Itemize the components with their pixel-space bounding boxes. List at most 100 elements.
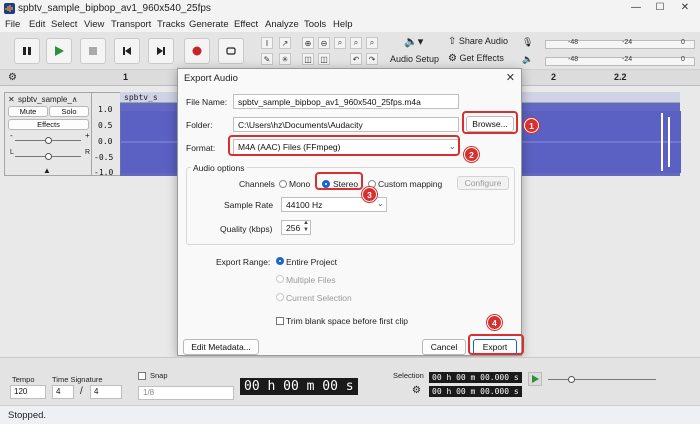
- track-vertical-scale: 1.0 0.5 0.0 -0.5 -1.0: [92, 92, 120, 177]
- tempo-stepper[interactable]: 120: [10, 385, 46, 399]
- redo-icon[interactable]: ↷: [366, 53, 378, 65]
- undo-icon[interactable]: ↶: [350, 53, 362, 65]
- minimize-icon[interactable]: —: [626, 2, 646, 13]
- ruler-mark-2: 2: [551, 72, 557, 82]
- effects-button[interactable]: Effects: [8, 119, 89, 130]
- record-button[interactable]: [184, 38, 210, 64]
- ruler-mark-2-2: 2.2: [614, 72, 627, 82]
- silence-audio-icon[interactable]: ◫: [318, 53, 330, 65]
- selection-start-time[interactable]: 00 h 00 m 00.000 s: [429, 372, 522, 383]
- audio-setup-button[interactable]: 🔈▾ Audio Setup: [390, 35, 440, 67]
- pan-left-label: L: [10, 149, 14, 156]
- menu-file[interactable]: File: [5, 19, 20, 30]
- menu-edit[interactable]: Edit: [29, 19, 45, 30]
- snap-select[interactable]: 1/8: [138, 386, 234, 400]
- gain-slider-thumb[interactable]: [45, 137, 52, 144]
- mono-label[interactable]: Mono: [289, 179, 310, 189]
- loop-button[interactable]: [218, 38, 244, 64]
- ruler-settings-icon[interactable]: ⚙: [8, 72, 17, 83]
- selection-tool-icon[interactable]: I: [261, 37, 273, 49]
- zoom-in-icon[interactable]: ⊕: [302, 37, 314, 49]
- envelope-tool-icon[interactable]: ↗: [279, 37, 291, 49]
- stereo-callout: [315, 172, 363, 190]
- menu-help[interactable]: Help: [333, 19, 353, 30]
- custom-mapping-label[interactable]: Custom mapping: [378, 179, 442, 189]
- meter-scale-rec-0: 0: [681, 39, 685, 46]
- skip-to-start-button[interactable]: [114, 38, 140, 64]
- folder-input[interactable]: C:\Users\hz\Documents\Audacity: [233, 117, 459, 132]
- trim-blank-checkbox[interactable]: [276, 317, 284, 325]
- playback-speed-slider[interactable]: [548, 379, 656, 380]
- multiple-files-label[interactable]: Multiple Files: [286, 275, 336, 285]
- cancel-button[interactable]: Cancel: [422, 339, 466, 355]
- collapse-track-icon[interactable]: ▲: [43, 166, 51, 175]
- entire-project-label[interactable]: Entire Project: [286, 257, 337, 267]
- time-display[interactable]: 00 h 00 m 00 s: [240, 378, 358, 395]
- current-selection-radio[interactable]: [276, 293, 284, 301]
- ruler-mark-1: 1: [123, 72, 129, 82]
- menu-analyze[interactable]: Analyze: [265, 19, 299, 30]
- tempo-label: Tempo: [12, 375, 35, 384]
- zoom-out-icon[interactable]: ⊖: [318, 37, 330, 49]
- callout-badge-3: 3: [362, 187, 377, 202]
- mono-radio[interactable]: [279, 180, 287, 188]
- browse-callout: [462, 111, 518, 134]
- solo-button[interactable]: Solo: [49, 106, 89, 117]
- channels-label: Channels: [239, 179, 275, 189]
- current-selection-label[interactable]: Current Selection: [286, 293, 352, 303]
- audio-setup-label: Audio Setup: [390, 54, 440, 64]
- pan-slider-thumb[interactable]: [45, 153, 52, 160]
- entire-project-radio[interactable]: [276, 257, 284, 265]
- meter-scale-play-48: -48: [568, 56, 579, 63]
- zoom-toggle-icon[interactable]: ⌕: [366, 37, 378, 49]
- maximize-icon[interactable]: ☐: [650, 2, 670, 13]
- get-effects-button[interactable]: ⚙ Get Effects: [448, 53, 516, 67]
- speed-slider-thumb[interactable]: [568, 376, 575, 383]
- file-name-input[interactable]: spbtv_sample_bipbop_av1_960x540_25fps.m4…: [233, 94, 459, 109]
- stepper-arrows-icon[interactable]: ▲ ▼: [303, 220, 309, 234]
- share-audio-button[interactable]: ⇧ Share Audio: [448, 36, 516, 50]
- selection-end-time[interactable]: 00 h 00 m 00.000 s: [429, 386, 522, 397]
- trim-audio-icon[interactable]: ◫: [302, 53, 314, 65]
- trim-blank-label[interactable]: Trim blank space before first clip: [286, 316, 408, 326]
- callout-badge-4: 4: [487, 315, 502, 330]
- menu-bar: File Edit Select View Transport Tracks G…: [0, 18, 700, 32]
- play-button[interactable]: [46, 38, 72, 64]
- menu-generate[interactable]: Generate: [189, 19, 229, 30]
- quality-value: 256: [286, 223, 301, 233]
- fit-selection-icon[interactable]: ⌕: [334, 37, 346, 49]
- menu-view[interactable]: View: [84, 19, 104, 30]
- pause-button[interactable]: [14, 38, 40, 64]
- multiple-files-radio[interactable]: [276, 275, 284, 283]
- scale-label: 0.5: [98, 121, 113, 130]
- selection-toolbar: Tempo 120 Time Signature 4 / 4 Snap 1/8 …: [0, 357, 700, 405]
- configure-button[interactable]: Configure: [457, 176, 509, 190]
- edit-metadata-button[interactable]: Edit Metadata...: [183, 339, 259, 355]
- time-signature-denominator[interactable]: 4: [90, 385, 122, 399]
- gear-icon: ⚙: [448, 53, 457, 64]
- selection-settings-icon[interactable]: ⚙: [412, 385, 421, 396]
- meter-scale-rec-24: -24: [622, 39, 633, 46]
- play-at-speed-button[interactable]: [528, 372, 542, 386]
- track-name[interactable]: spbtv_sample_∧: [18, 95, 78, 104]
- track-close-icon[interactable]: ✕: [8, 95, 15, 104]
- dialog-title: Export Audio: [184, 73, 238, 84]
- menu-tracks[interactable]: Tracks: [157, 19, 185, 30]
- menu-select[interactable]: Select: [51, 19, 77, 30]
- quality-label: Quality (kbps): [220, 224, 273, 234]
- multi-tool-icon[interactable]: ✳: [279, 53, 291, 65]
- menu-effect[interactable]: Effect: [234, 19, 258, 30]
- snap-checkbox[interactable]: [138, 372, 146, 380]
- mute-button[interactable]: Mute: [8, 106, 48, 117]
- menu-tools[interactable]: Tools: [304, 19, 326, 30]
- close-icon[interactable]: ✕: [675, 2, 695, 13]
- record-icon: [192, 46, 202, 56]
- draw-tool-icon[interactable]: ✎: [261, 53, 273, 65]
- menu-transport[interactable]: Transport: [111, 19, 151, 30]
- callout-badge-1: 1: [524, 118, 539, 133]
- dialog-close-icon[interactable]: ✕: [506, 71, 515, 84]
- skip-to-end-button[interactable]: [148, 38, 174, 64]
- time-signature-numerator[interactable]: 4: [52, 385, 74, 399]
- stop-button[interactable]: [80, 38, 106, 64]
- fit-project-icon[interactable]: ⌕: [350, 37, 362, 49]
